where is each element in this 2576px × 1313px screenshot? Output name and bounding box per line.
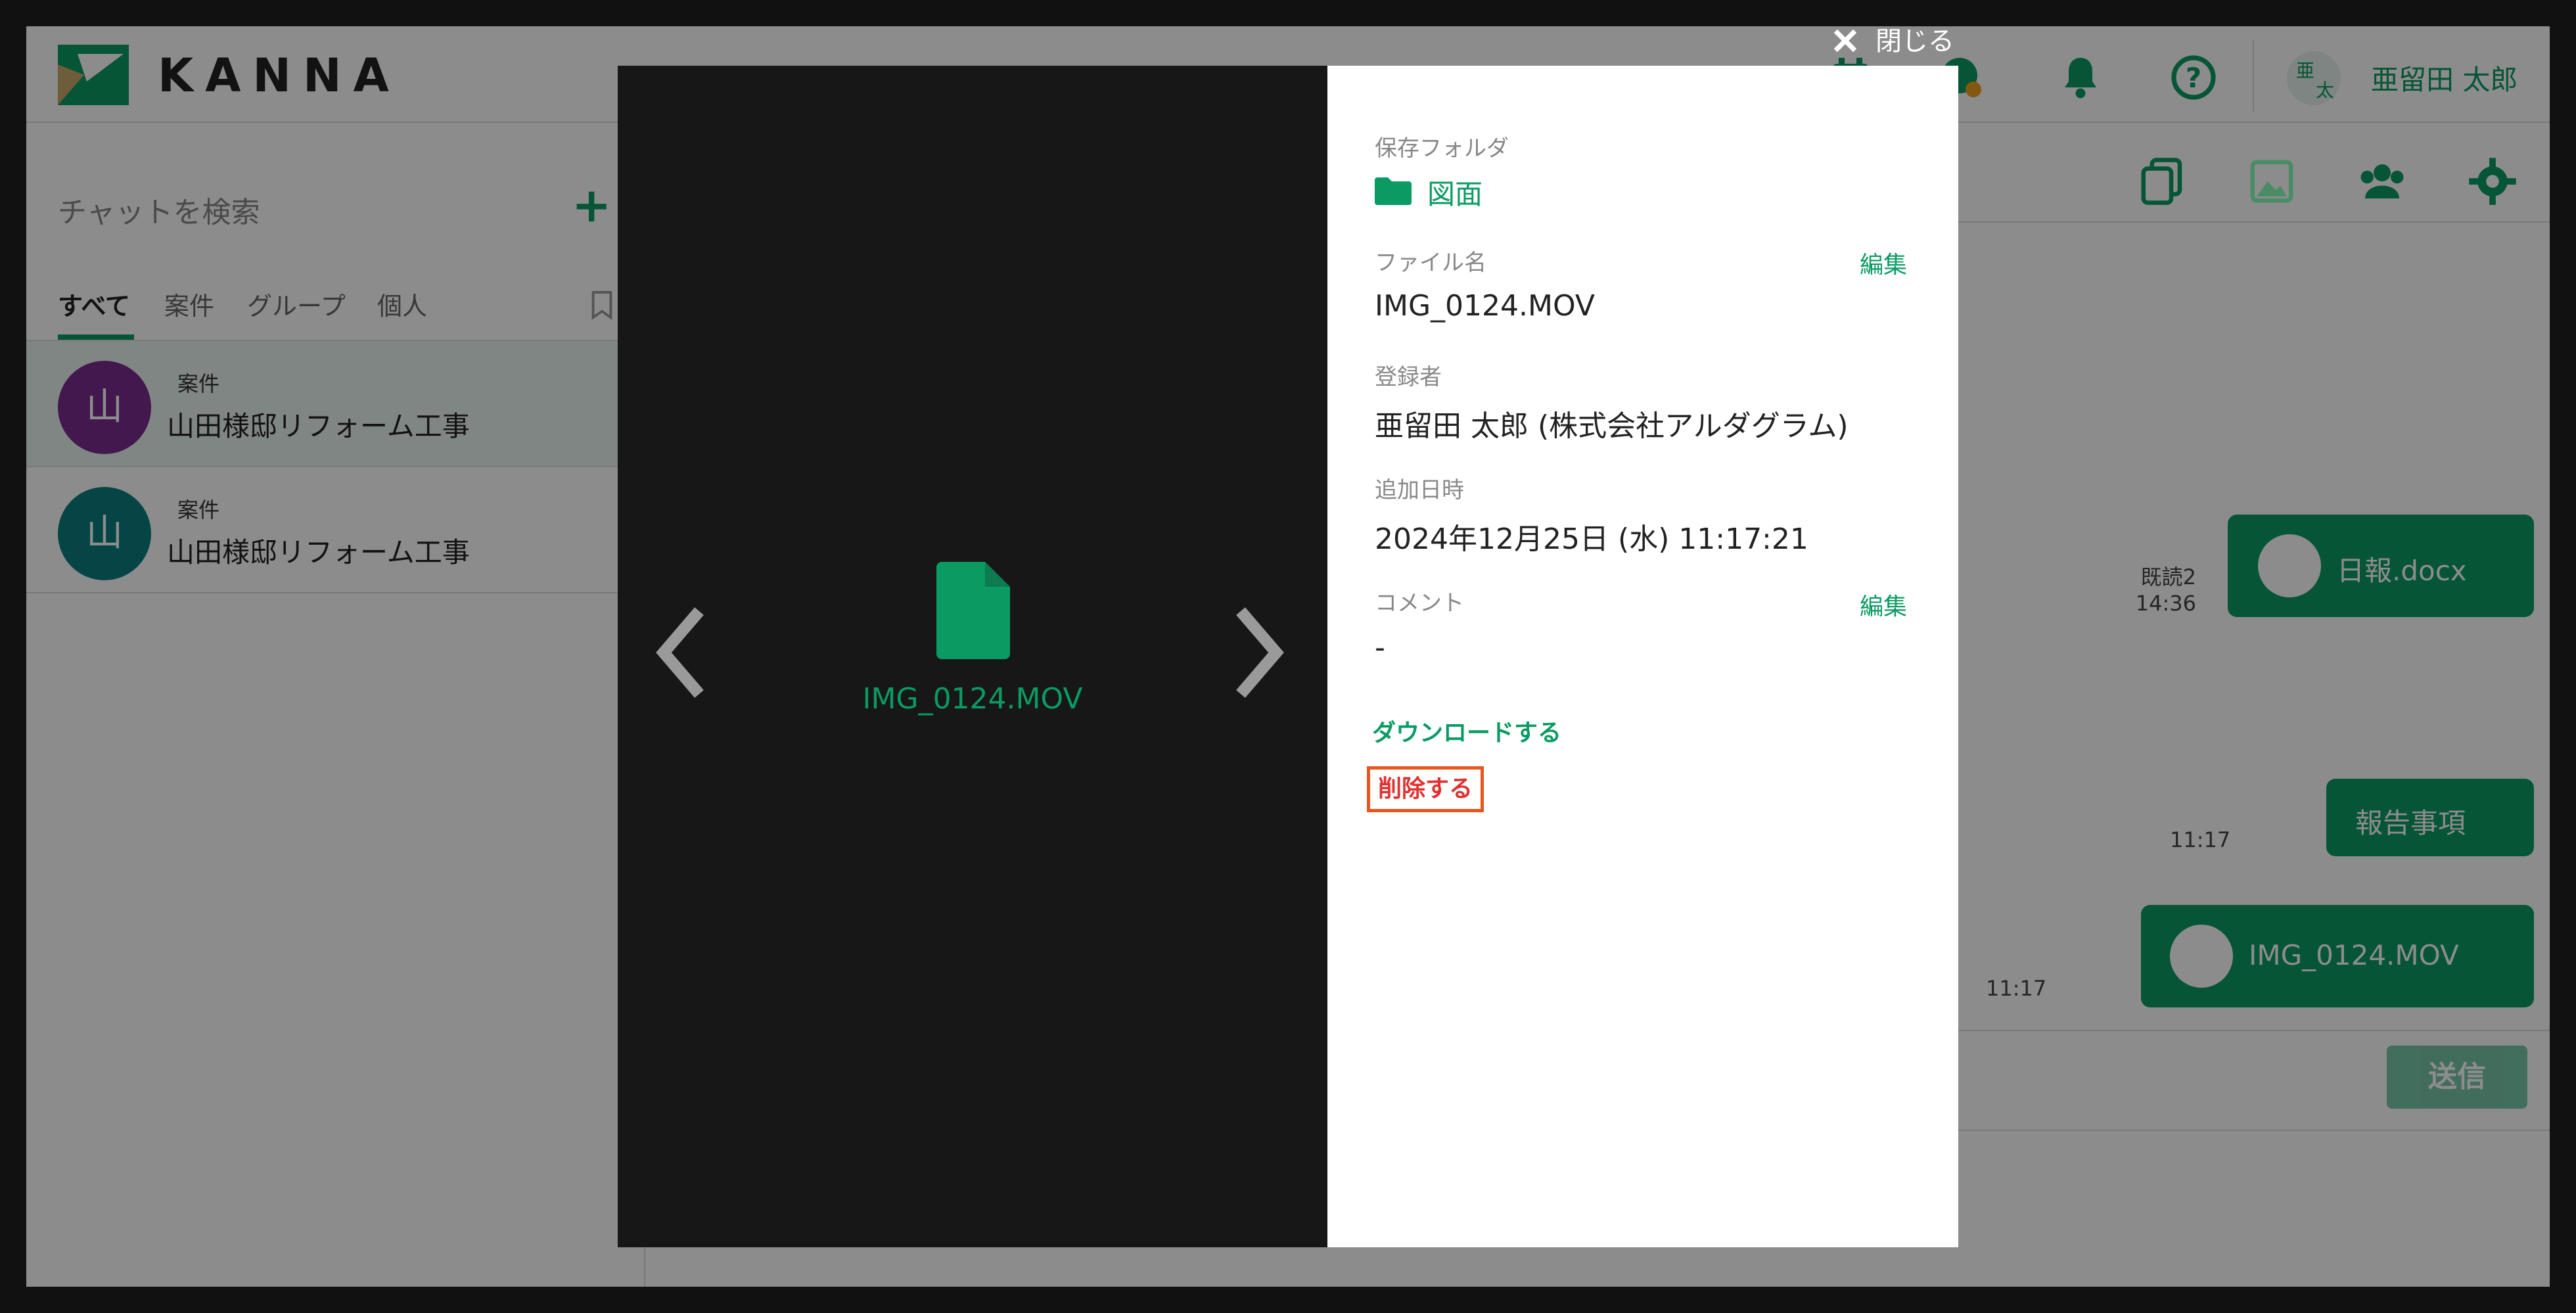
- registrant-label: 登録者: [1375, 364, 1442, 390]
- added-date-value: 2024年12月25日 (水) 11:17:21: [1375, 522, 1808, 556]
- delete-button[interactable]: 削除する: [1367, 766, 1484, 812]
- folder-icon: [1375, 177, 1412, 205]
- filename-label: ファイル名: [1375, 250, 1486, 276]
- close-modal-button[interactable]: 閉じる: [1831, 26, 1995, 66]
- preview-filename: IMG_0124.MOV: [862, 682, 1083, 716]
- comment-label: コメント: [1375, 590, 1464, 616]
- app-window: KANNA ? 亜 太 亜留田 太郎 チャットを検索 + すべて 案件 グループ…: [26, 26, 2550, 1287]
- added-date-label: 追加日時: [1375, 477, 1464, 503]
- close-icon: [1833, 29, 1857, 53]
- download-link[interactable]: ダウンロードする: [1372, 714, 1561, 748]
- file-preview-pane: IMG_0124.MOV: [618, 66, 1327, 1247]
- folder-link[interactable]: 図面: [1427, 172, 1483, 212]
- registrant-value: 亜留田 太郎 (株式会社アルダグラム): [1375, 409, 1849, 443]
- folder-label: 保存フォルダ: [1375, 135, 1509, 162]
- close-label: 閉じる: [1875, 26, 1954, 57]
- file-info-pane: 保存フォルダ 図面 ファイル名 編集 IMG_0124.MOV 登録者 亜留田 …: [1327, 66, 1958, 1247]
- filename-value: IMG_0124.MOV: [1375, 289, 1595, 323]
- comment-value: -: [1375, 631, 1385, 664]
- edit-filename-button[interactable]: 編集: [1860, 246, 1907, 280]
- file-icon: [936, 562, 1010, 659]
- edit-comment-button[interactable]: 編集: [1860, 587, 1907, 622]
- file-detail-modal: IMG_0124.MOV 保存フォルダ 図面 ファイル名 編集 IMG_0124…: [618, 66, 1958, 1247]
